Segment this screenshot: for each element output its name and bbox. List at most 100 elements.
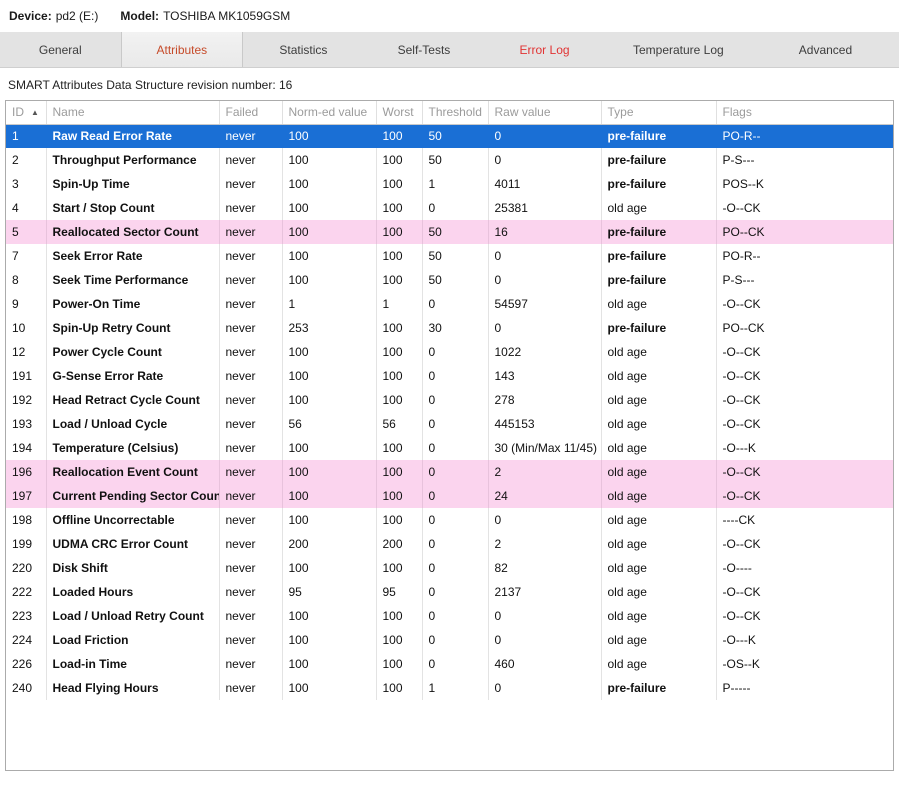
cell-threshold: 0 [422,412,488,436]
table-row[interactable]: 192 Head Retract Cycle Count never 100 1… [6,388,893,412]
column-header-type[interactable]: Type [601,101,716,124]
cell-worst: 100 [376,364,422,388]
cell-threshold: 0 [422,292,488,316]
cell-raw-value: 25381 [488,196,601,220]
table-row[interactable]: 2 Throughput Performance never 100 100 5… [6,148,893,172]
table-row[interactable]: 197 Current Pending Sector Count never 1… [6,484,893,508]
cell-id: 196 [6,460,46,484]
column-header-name[interactable]: Name [46,101,219,124]
table-row[interactable]: 223 Load / Unload Retry Count never 100 … [6,604,893,628]
cell-threshold: 50 [422,220,488,244]
cell-normed: 100 [282,652,376,676]
cell-name: Start / Stop Count [46,196,219,220]
cell-type: old age [601,412,716,436]
table-row[interactable]: 226 Load-in Time never 100 100 0 460 old… [6,652,893,676]
cell-threshold: 0 [422,196,488,220]
tab-self-tests[interactable]: Self-Tests [364,32,485,67]
table-row[interactable]: 198 Offline Uncorrectable never 100 100 … [6,508,893,532]
cell-raw-value: 0 [488,244,601,268]
cell-type: pre-failure [601,172,716,196]
cell-worst: 100 [376,388,422,412]
column-header-normed[interactable]: Norm-ed value [282,101,376,124]
column-header-threshold[interactable]: Threshold [422,101,488,124]
cell-failed: never [219,436,282,460]
cell-threshold: 0 [422,484,488,508]
tab-advanced[interactable]: Advanced [752,32,899,67]
cell-worst: 100 [376,244,422,268]
sort-ascending-icon: ▲ [31,108,39,117]
table-row[interactable]: 3 Spin-Up Time never 100 100 1 4011 pre-… [6,172,893,196]
cell-raw-value: 1022 [488,340,601,364]
cell-name: Head Retract Cycle Count [46,388,219,412]
cell-worst: 56 [376,412,422,436]
column-header-failed[interactable]: Failed [219,101,282,124]
cell-type: old age [601,436,716,460]
table-row[interactable]: 194 Temperature (Celsius) never 100 100 … [6,436,893,460]
model-value: TOSHIBA MK1059GSM [163,9,290,23]
cell-type: old age [601,604,716,628]
cell-name: Seek Time Performance [46,268,219,292]
table-row[interactable]: 196 Reallocation Event Count never 100 1… [6,460,893,484]
table-row[interactable]: 5 Reallocated Sector Count never 100 100… [6,220,893,244]
tab-attributes[interactable]: Attributes [121,32,244,67]
table-row[interactable]: 240 Head Flying Hours never 100 100 1 0 … [6,676,893,700]
cell-flags: -O--CK [716,364,893,388]
cell-flags: PO--CK [716,220,893,244]
cell-worst: 100 [376,556,422,580]
table-row[interactable]: 191 G-Sense Error Rate never 100 100 0 1… [6,364,893,388]
cell-id: 4 [6,196,46,220]
cell-failed: never [219,676,282,700]
column-header-raw-value[interactable]: Raw value [488,101,601,124]
cell-flags: PO-R-- [716,124,893,148]
cell-normed: 100 [282,460,376,484]
cell-threshold: 0 [422,364,488,388]
cell-id: 224 [6,628,46,652]
cell-flags: -O--CK [716,460,893,484]
table-row[interactable]: 10 Spin-Up Retry Count never 253 100 30 … [6,316,893,340]
cell-worst: 1 [376,292,422,316]
cell-worst: 100 [376,436,422,460]
table-row[interactable]: 4 Start / Stop Count never 100 100 0 253… [6,196,893,220]
device-value: pd2 (E:) [56,9,99,23]
cell-threshold: 0 [422,652,488,676]
cell-name: Offline Uncorrectable [46,508,219,532]
cell-threshold: 0 [422,508,488,532]
cell-normed: 100 [282,628,376,652]
table-row[interactable]: 220 Disk Shift never 100 100 0 82 old ag… [6,556,893,580]
cell-failed: never [219,340,282,364]
cell-threshold: 1 [422,676,488,700]
table-row[interactable]: 1 Raw Read Error Rate never 100 100 50 0… [6,124,893,148]
cell-name: Head Flying Hours [46,676,219,700]
column-header-flags[interactable]: Flags [716,101,893,124]
table-row[interactable]: 222 Loaded Hours never 95 95 0 2137 old … [6,580,893,604]
column-header-worst[interactable]: Worst [376,101,422,124]
smart-revision-note: SMART Attributes Data Structure revision… [0,68,899,100]
tab-temperature-log[interactable]: Temperature Log [605,32,752,67]
cell-name: Raw Read Error Rate [46,124,219,148]
column-header-id[interactable]: ID▲ [6,101,46,124]
table-row[interactable]: 7 Seek Error Rate never 100 100 50 0 pre… [6,244,893,268]
cell-type: old age [601,628,716,652]
tab-statistics[interactable]: Statistics [243,32,364,67]
cell-worst: 100 [376,340,422,364]
cell-raw-value: 143 [488,364,601,388]
table-row[interactable]: 224 Load Friction never 100 100 0 0 old … [6,628,893,652]
table-row[interactable]: 199 UDMA CRC Error Count never 200 200 0… [6,532,893,556]
tab-error-log[interactable]: Error Log [484,32,605,67]
tab-general[interactable]: General [0,32,121,67]
cell-normed: 56 [282,412,376,436]
cell-worst: 200 [376,532,422,556]
table-row[interactable]: 8 Seek Time Performance never 100 100 50… [6,268,893,292]
cell-worst: 100 [376,652,422,676]
table-row[interactable]: 9 Power-On Time never 1 1 0 54597 old ag… [6,292,893,316]
table-row[interactable]: 193 Load / Unload Cycle never 56 56 0 44… [6,412,893,436]
cell-type: old age [601,460,716,484]
cell-flags: PO-R-- [716,244,893,268]
cell-failed: never [219,412,282,436]
cell-threshold: 0 [422,628,488,652]
table-row[interactable]: 12 Power Cycle Count never 100 100 0 102… [6,340,893,364]
cell-id: 12 [6,340,46,364]
cell-flags: -O--CK [716,340,893,364]
cell-failed: never [219,172,282,196]
cell-name: Spin-Up Time [46,172,219,196]
